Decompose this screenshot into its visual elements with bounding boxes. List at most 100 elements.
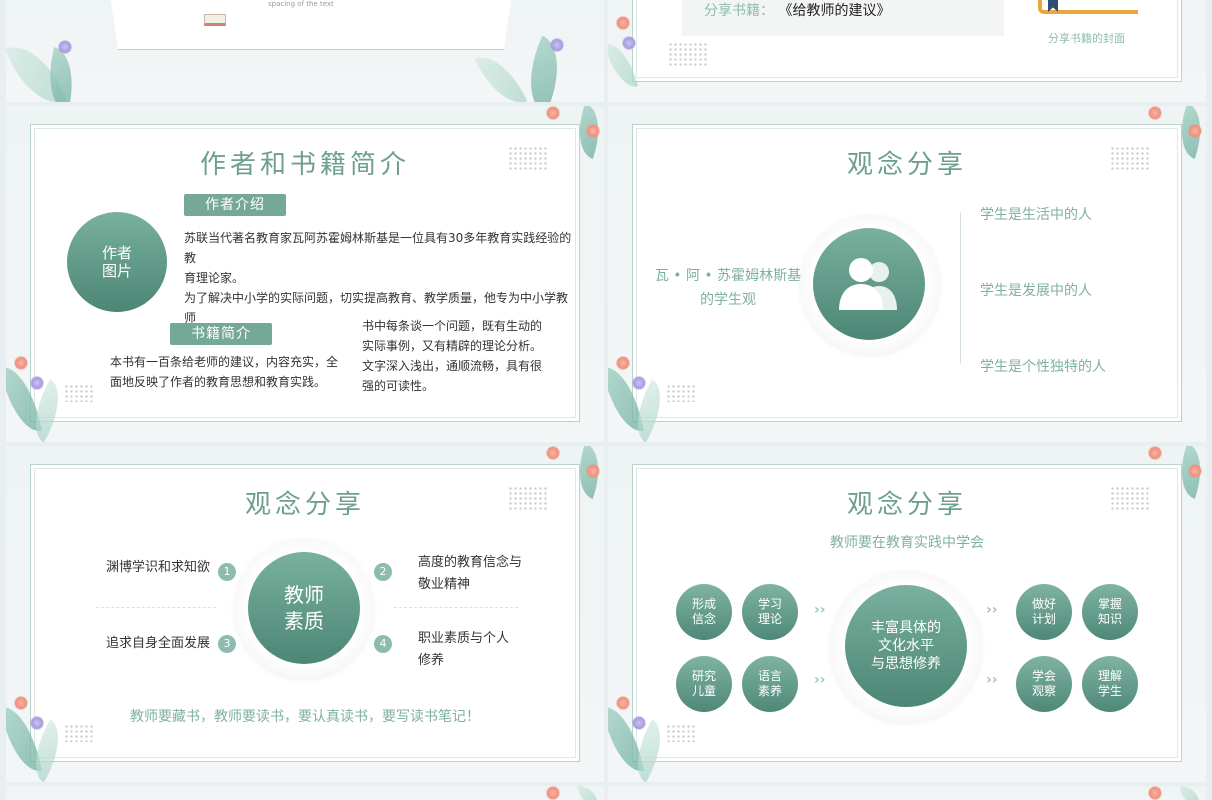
practice-circle-5: 做好 计划 xyxy=(1016,584,1072,640)
text-line: 实际事例，又有精辟的理论分析。 xyxy=(362,339,543,353)
circle-line: 知识 xyxy=(1097,612,1122,626)
item-line: 高度的教育信念与 xyxy=(418,555,523,570)
flower-decoration xyxy=(550,38,564,52)
practice-circle-2: 学习 理论 xyxy=(742,584,798,640)
circle-line: 学生 xyxy=(1097,684,1122,698)
chevron-right-icon: ›› xyxy=(986,672,998,688)
divider xyxy=(96,607,216,608)
circle-line: 研究 xyxy=(691,669,716,683)
student-item-2: 学生是发展中的人 xyxy=(980,283,1092,299)
culture-circle: 丰富具体的 文化水平 与思想修养 xyxy=(845,585,967,707)
item-line: 职业素质与个人 xyxy=(418,631,510,646)
divider xyxy=(394,607,518,608)
quality-item-2: 高度的教育信念与 敬业精神 xyxy=(418,552,522,596)
slide-7[interactable] xyxy=(6,786,604,800)
practice-circle-3: 研究 儿童 xyxy=(676,656,732,712)
leaf-decoration xyxy=(474,46,528,102)
item-line: 敬业精神 xyxy=(418,577,471,592)
slide-5[interactable]: 观念分享 教师 素质 渊博学识和求知欲 1 高度的教育信念与 敬业精神 2 追求… xyxy=(6,446,604,782)
flower-decoration xyxy=(546,786,560,800)
label-line: 瓦 • 阿 • 苏霍姆林斯基 xyxy=(654,268,802,284)
slide-title: 观念分享 xyxy=(846,150,967,180)
slide-title: 观念分享 xyxy=(846,490,967,520)
text-line: 育理论家。 xyxy=(184,271,245,285)
slide-4[interactable]: 观念分享 瓦 • 阿 • 苏霍姆林斯基 的学生观 学生是生活中的人 学生是发展中… xyxy=(608,106,1206,442)
dots-decoration xyxy=(666,384,696,402)
text-line: 书中每条谈一个问题，既有生动的 xyxy=(362,319,543,333)
circle-line: 做好 xyxy=(1031,597,1056,611)
share-row: 分享书籍： 《给教师的建议》 xyxy=(704,0,890,20)
flower-decoration xyxy=(586,124,600,138)
text-line: 强的可读性。 xyxy=(362,379,435,393)
circle-line: 学会 xyxy=(1031,669,1056,683)
dots-decoration xyxy=(668,42,708,66)
author-photo-placeholder: 作者 图片 xyxy=(67,212,167,312)
quality-item-3: 追求自身全面发展 xyxy=(106,636,211,651)
circle-line: 素养 xyxy=(757,684,782,698)
flower-decoration xyxy=(622,36,636,50)
center-line: 与思想修养 xyxy=(871,656,941,672)
chevron-right-icon: ›› xyxy=(814,602,826,618)
book-intro-right-text: 书中每条谈一个问题，既有生动的 实际事例，又有精辟的理论分析。 文字深入浅出，通… xyxy=(362,316,562,396)
flower-decoration xyxy=(1148,446,1162,460)
flower-decoration xyxy=(1148,786,1162,800)
flower-decoration xyxy=(546,446,560,460)
circle-line: 形成 xyxy=(691,597,716,611)
practice-circle-7: 学会 观察 xyxy=(1016,656,1072,712)
flower-decoration xyxy=(616,16,630,30)
flower-decoration xyxy=(14,356,28,370)
share-value: 《给教师的建议》 xyxy=(778,3,891,19)
dots-decoration xyxy=(64,724,94,742)
number-badge-4: 4 xyxy=(374,635,392,653)
item-line: 修养 xyxy=(418,653,445,668)
slide-3[interactable]: 作者和书籍简介 作者 图片 作者介绍 苏联当代著名教育家瓦阿苏霍姆林斯基是一位具… xyxy=(6,106,604,442)
circle-line: 儿童 xyxy=(691,684,716,698)
practice-circle-1: 形成 信念 xyxy=(676,584,732,640)
text-line: 面地反映了作者的教育思想和教育实践。 xyxy=(110,375,327,389)
text-line: 苏联当代著名教育家瓦阿苏霍姆林斯基是一位具有30多年教育实践经验的教 xyxy=(184,231,572,265)
text-line: 文字深入浅出，通顺流畅，具有很 xyxy=(362,359,543,373)
slide-2[interactable]: 分享书籍： 《给教师的建议》 分享书籍的封面 xyxy=(608,0,1206,102)
center-line: 丰富具体的 xyxy=(871,620,941,636)
flower-decoration xyxy=(30,376,44,390)
student-item-3: 学生是个性独特的人 xyxy=(980,359,1106,375)
practice-circle-6: 掌握 知识 xyxy=(1082,584,1138,640)
practice-circle-4: 语言 素养 xyxy=(742,656,798,712)
leaf-decoration xyxy=(1180,786,1200,800)
slide-1[interactable]: spacing of the text xyxy=(6,0,604,102)
slide-6[interactable]: 观念分享 教师要在教育实践中学会 形成 信念 学习 理论 研究 儿童 语言 素养… xyxy=(608,446,1206,782)
book-icon xyxy=(204,14,226,26)
center-label: 素质 xyxy=(284,609,324,633)
photo-label: 图片 xyxy=(101,262,132,280)
number-badge-2: 2 xyxy=(374,563,392,581)
number-badge-1: 1 xyxy=(218,563,236,581)
book-intro-pill: 书籍简介 xyxy=(170,323,272,345)
people-icon-circle xyxy=(813,228,925,340)
center-line: 文化水平 xyxy=(878,638,934,654)
quality-item-1: 渊博学识和求知欲 xyxy=(106,560,211,575)
student-view-label: 瓦 • 阿 • 苏霍姆林斯基 的学生观 xyxy=(638,264,818,312)
cover-caption: 分享书籍的封面 xyxy=(1048,32,1125,45)
teacher-quality-circle: 教师 素质 xyxy=(248,552,360,664)
share-label: 分享书籍： xyxy=(704,3,774,19)
quality-item-4: 职业素质与个人 修养 xyxy=(418,628,509,672)
leaf-decoration xyxy=(578,786,598,800)
label-line: 的学生观 xyxy=(700,292,756,308)
people-icon xyxy=(839,258,897,310)
circle-line: 掌握 xyxy=(1097,597,1122,611)
book-intro-left-text: 本书有一百条给老师的建议，内容充实，全 面地反映了作者的教育思想和教育实践。 xyxy=(110,352,346,392)
slide-title: 作者和书籍简介 xyxy=(199,150,410,180)
dots-decoration xyxy=(666,724,696,742)
flower-decoration xyxy=(616,356,630,370)
flower-decoration xyxy=(1188,464,1202,478)
slide-8[interactable] xyxy=(608,786,1206,800)
flower-decoration xyxy=(632,376,646,390)
circle-line: 理论 xyxy=(757,612,782,626)
photo-label: 作者 xyxy=(101,244,132,262)
flower-decoration xyxy=(546,106,560,120)
footer-quote: 教师要藏书，教师要读书，要认真读书，要写读书笔记！ xyxy=(130,709,480,725)
flower-decoration xyxy=(1188,124,1202,138)
list-bracket xyxy=(960,212,961,364)
practice-circle-8: 理解 学生 xyxy=(1082,656,1138,712)
circle-line: 语言 xyxy=(757,669,782,683)
